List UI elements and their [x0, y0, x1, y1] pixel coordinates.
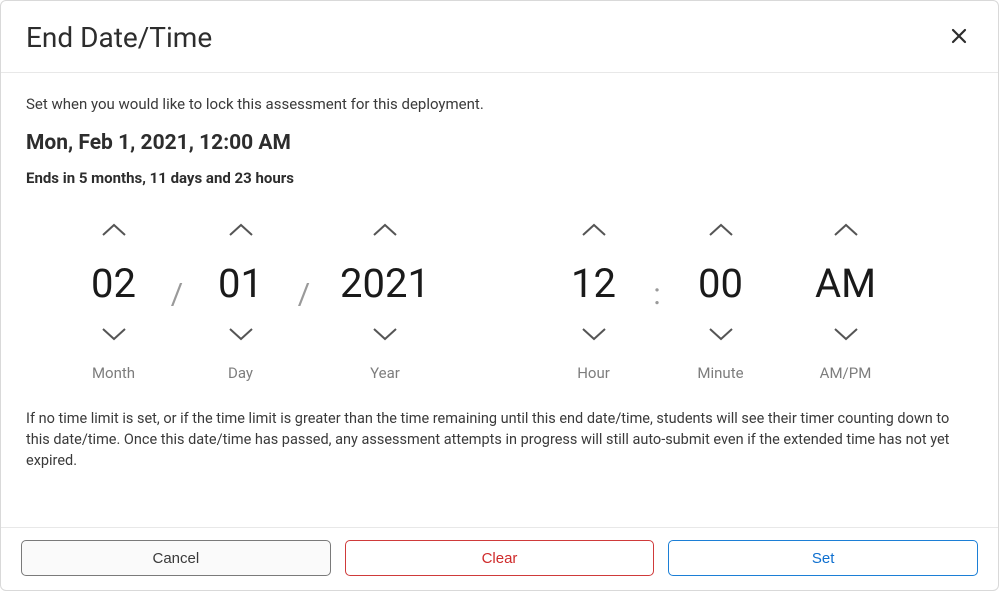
year-down-button[interactable] — [361, 321, 409, 350]
date-separator: / — [161, 217, 193, 337]
set-button[interactable]: Set — [668, 540, 978, 576]
ampm-up-button[interactable] — [822, 217, 870, 246]
cancel-button[interactable]: Cancel — [21, 540, 331, 576]
hour-column: 12 Hour — [546, 217, 641, 382]
dialog-title: End Date/Time — [26, 21, 212, 54]
chevron-down-icon — [371, 325, 399, 346]
dialog-body: Set when you would like to lock this ass… — [1, 73, 998, 527]
time-separator: : — [641, 217, 673, 337]
month-label: Month — [92, 364, 135, 382]
day-down-button[interactable] — [217, 321, 265, 350]
end-datetime-dialog: End Date/Time Set when you would like to… — [0, 0, 999, 591]
chevron-down-icon — [100, 325, 128, 346]
year-label: Year — [370, 364, 400, 382]
chevron-up-icon — [707, 221, 735, 242]
day-column: 01 Day — [193, 217, 288, 382]
month-column: 02 Month — [66, 217, 161, 382]
relative-time: Ends in 5 months, 11 days and 23 hours — [26, 169, 973, 187]
close-button[interactable] — [945, 24, 973, 52]
chevron-up-icon — [100, 221, 128, 242]
minute-down-button[interactable] — [697, 321, 745, 350]
day-up-button[interactable] — [217, 217, 265, 246]
datetime-picker: 02 Month / 01 Day / — [66, 217, 943, 382]
ampm-down-button[interactable] — [822, 321, 870, 350]
month-up-button[interactable] — [90, 217, 138, 246]
selected-datetime: Mon, Feb 1, 2021, 12:00 AM — [26, 131, 973, 155]
helper-note: If no time limit is set, or if the time … — [26, 408, 973, 471]
chevron-up-icon — [227, 221, 255, 242]
chevron-down-icon — [832, 325, 860, 346]
month-down-button[interactable] — [90, 321, 138, 350]
year-up-button[interactable] — [361, 217, 409, 246]
month-value[interactable]: 02 — [85, 246, 142, 321]
year-column: 2021 Year — [320, 217, 450, 382]
ampm-value[interactable]: AM — [809, 246, 882, 321]
dialog-footer: Cancel Clear Set — [1, 527, 998, 590]
chevron-down-icon — [227, 325, 255, 346]
minute-column: 00 Minute — [673, 217, 768, 382]
ampm-label: AM/PM — [820, 364, 872, 382]
minute-value[interactable]: 00 — [692, 246, 749, 321]
description-text: Set when you would like to lock this ass… — [26, 95, 973, 113]
day-label: Day — [228, 364, 253, 382]
minute-up-button[interactable] — [697, 217, 745, 246]
chevron-up-icon — [832, 221, 860, 242]
date-separator: / — [288, 217, 320, 337]
hour-up-button[interactable] — [570, 217, 618, 246]
ampm-column: AM AM/PM — [798, 217, 893, 382]
chevron-up-icon — [371, 221, 399, 242]
day-value[interactable]: 01 — [212, 246, 269, 321]
hour-down-button[interactable] — [570, 321, 618, 350]
clear-button[interactable]: Clear — [345, 540, 655, 576]
close-icon — [951, 27, 967, 49]
hour-value[interactable]: 12 — [565, 246, 622, 321]
minute-label: Minute — [697, 364, 743, 382]
year-value[interactable]: 2021 — [334, 246, 436, 321]
hour-label: Hour — [577, 364, 610, 382]
dialog-header: End Date/Time — [1, 1, 998, 73]
chevron-down-icon — [707, 325, 735, 346]
chevron-down-icon — [580, 325, 608, 346]
chevron-up-icon — [580, 221, 608, 242]
